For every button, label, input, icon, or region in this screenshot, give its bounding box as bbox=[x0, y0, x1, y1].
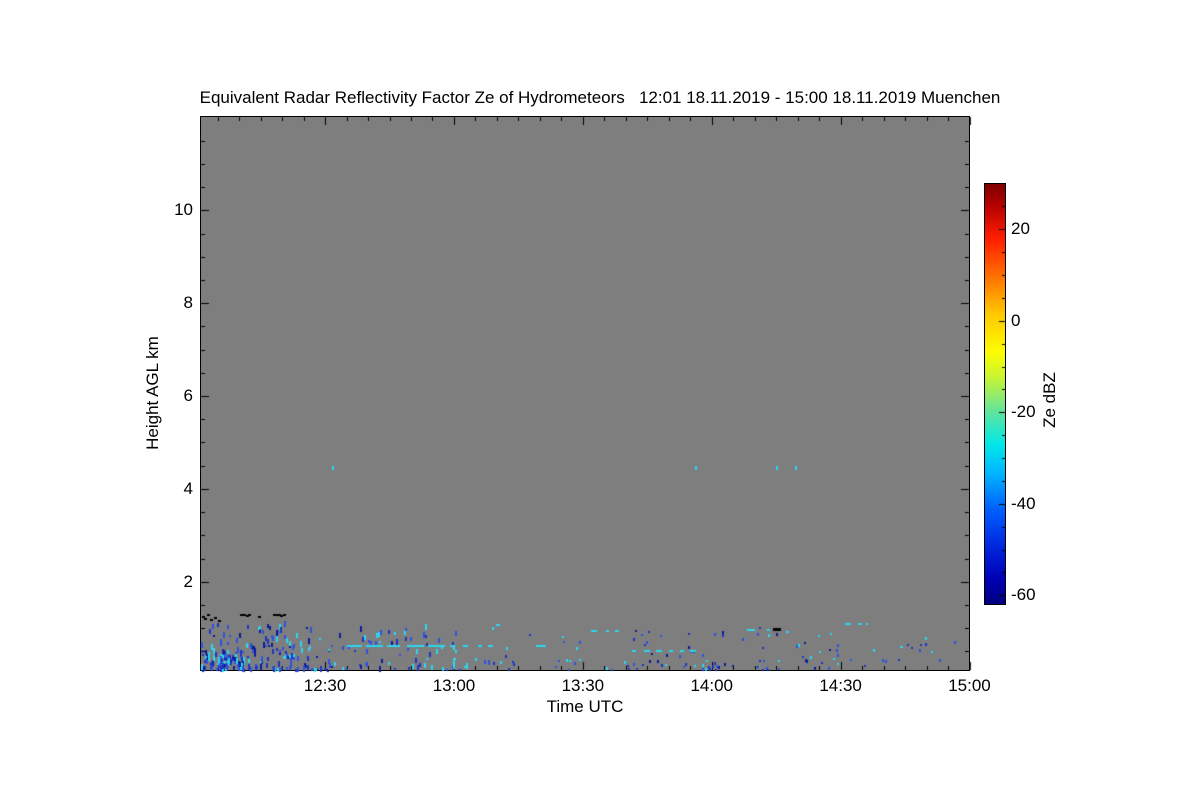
figure-title: Equivalent Radar Reflectivity Factor Ze … bbox=[199, 88, 1001, 107]
colorbar-tick-label: -20 bbox=[1011, 402, 1036, 422]
x-tick-label: 13:30 bbox=[561, 676, 605, 695]
y-tick-label: 10 bbox=[174, 200, 193, 220]
x-tick-label: 14:30 bbox=[819, 676, 862, 695]
y-tick-label: 8 bbox=[183, 293, 193, 313]
y-tick-label: 6 bbox=[183, 386, 193, 406]
x-tick-label: 13:00 bbox=[432, 676, 476, 695]
x-tick-label: 12:30 bbox=[303, 676, 347, 695]
colorbar-tick-label: 0 bbox=[1011, 310, 1021, 330]
colorbar bbox=[984, 183, 1006, 605]
x-tick-label: 14:00 bbox=[690, 676, 733, 695]
x-axis-label: Time UTC bbox=[546, 697, 624, 716]
colorbar-tick-label: 20 bbox=[1011, 219, 1030, 239]
colorbar-label: Ze dBZ bbox=[1040, 372, 1059, 428]
plot-area bbox=[200, 116, 970, 671]
colorbar-tick-label: -60 bbox=[1011, 585, 1036, 605]
y-tick-label: 2 bbox=[183, 571, 193, 591]
radar-quicklook-figure: Equivalent Radar Reflectivity Factor Ze … bbox=[0, 0, 1200, 800]
y-tick-label: 4 bbox=[183, 478, 193, 498]
x-tick-label: 15:00 bbox=[948, 676, 991, 695]
colorbar-tick-label: -40 bbox=[1011, 493, 1036, 513]
